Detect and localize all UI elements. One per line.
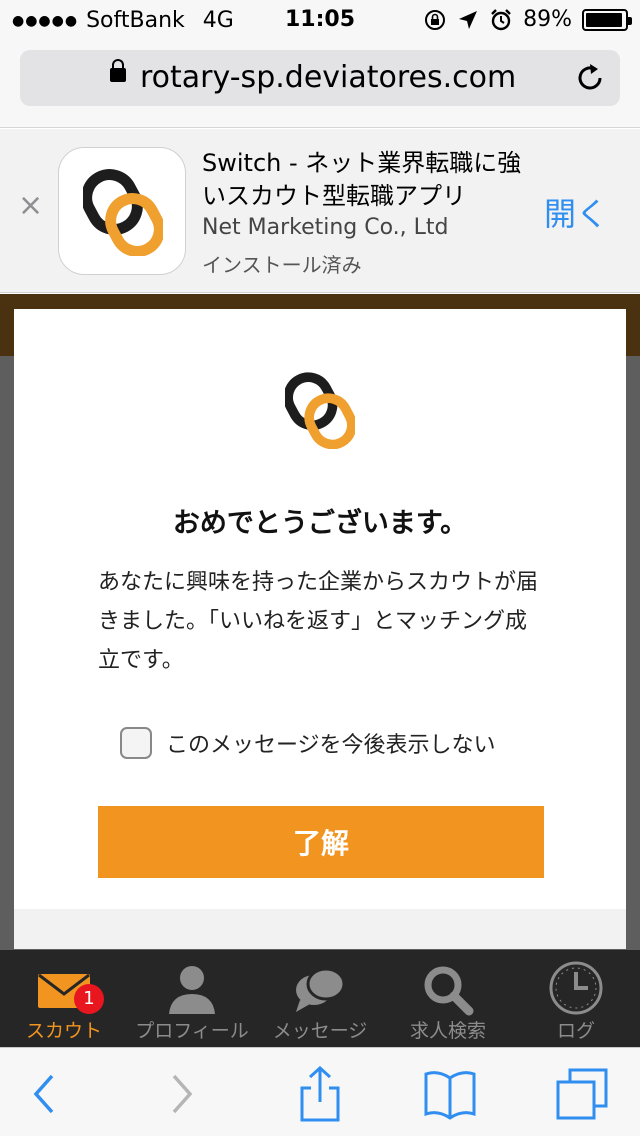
tab-label: 求人検索 [409, 1020, 486, 1042]
person-icon [128, 964, 256, 1016]
lock-icon [110, 59, 126, 82]
tab-label: プロフィール [135, 1020, 249, 1042]
rotation-lock-icon [425, 9, 446, 30]
ok-button[interactable]: 了解 [98, 806, 544, 878]
app-icon[interactable] [58, 147, 186, 275]
chevron-right-icon [172, 1074, 193, 1114]
book-icon [424, 1071, 476, 1120]
bookmarks-button[interactable] [420, 1066, 480, 1122]
clock-icon [512, 961, 640, 1016]
tab-label: ログ [556, 1020, 595, 1042]
mail-icon [0, 964, 128, 1016]
dont-show-again-label[interactable]: このメッセージを今後表示しない [166, 727, 496, 759]
status-bar: ●●●●● SoftBank 4G 11:05 89% [0, 0, 640, 40]
browser-address-area: rotary-sp.deviatores.com [0, 40, 640, 128]
tabs-button[interactable] [552, 1066, 612, 1122]
browser-toolbar [0, 1047, 640, 1136]
forward-button[interactable] [152, 1066, 212, 1122]
url-text[interactable]: rotary-sp.deviatores.com [140, 60, 516, 95]
search-icon [384, 964, 512, 1016]
alarm-icon [491, 8, 511, 30]
location-arrow-icon [459, 10, 478, 29]
tab-profile[interactable]: プロフィール [128, 950, 256, 1047]
dont-show-again-checkbox[interactable] [120, 727, 152, 759]
share-icon [300, 1065, 340, 1122]
banner-open-button[interactable]: 開く [544, 189, 608, 235]
modal-footer [14, 909, 626, 949]
back-button[interactable] [14, 1066, 74, 1122]
banner-close-icon[interactable]: × [18, 191, 43, 221]
modal-title: おめでとうございます。 [172, 508, 468, 539]
chevron-left-icon [33, 1074, 54, 1114]
share-button[interactable] [290, 1065, 350, 1122]
scout-modal: おめでとうございます。 あなたに興味を持った企業からスカウトが届きました。「いい… [14, 309, 626, 949]
tab-message[interactable]: メッセージ [256, 950, 384, 1047]
tab-job-search[interactable]: 求人検索 [384, 950, 512, 1047]
tab-scout[interactable]: 1 スカウト [0, 950, 128, 1047]
switch-logo-icon [285, 372, 355, 449]
chat-bubble-icon [256, 964, 384, 1016]
address-bar[interactable]: rotary-sp.deviatores.com [20, 50, 620, 106]
banner-developer: Net Marketing Co., Ltd [202, 215, 449, 240]
battery-icon [582, 8, 632, 31]
battery-percent: 89% [523, 7, 572, 32]
scout-badge: 1 [74, 984, 104, 1014]
reload-icon[interactable] [574, 62, 606, 94]
status-right: 89% [423, 7, 632, 32]
banner-app-title: Switch - ネット業界転職に強いスカウト型転職アプリ [202, 149, 522, 210]
banner-install-status: インストール済み [202, 253, 362, 277]
modal-message: あなたに興味を持った企業からスカウトが届きました。「いいねを返す」とマッチング成… [98, 570, 539, 673]
app-tab-bar: 1 スカウト プロフィール メッセージ 求人検索 ログ [0, 950, 640, 1047]
tab-label: スカウト [25, 1020, 102, 1042]
smart-app-banner: × Switch - ネット業界転職に強いスカウト型転職アプリ Net Mark… [0, 129, 640, 293]
tabs-icon [556, 1068, 608, 1120]
dont-show-again-option[interactable]: このメッセージを今後表示しない [120, 727, 496, 759]
switch-logo-icon [83, 169, 163, 256]
tab-label: メッセージ [272, 1020, 368, 1042]
tab-log[interactable]: ログ [512, 950, 640, 1047]
